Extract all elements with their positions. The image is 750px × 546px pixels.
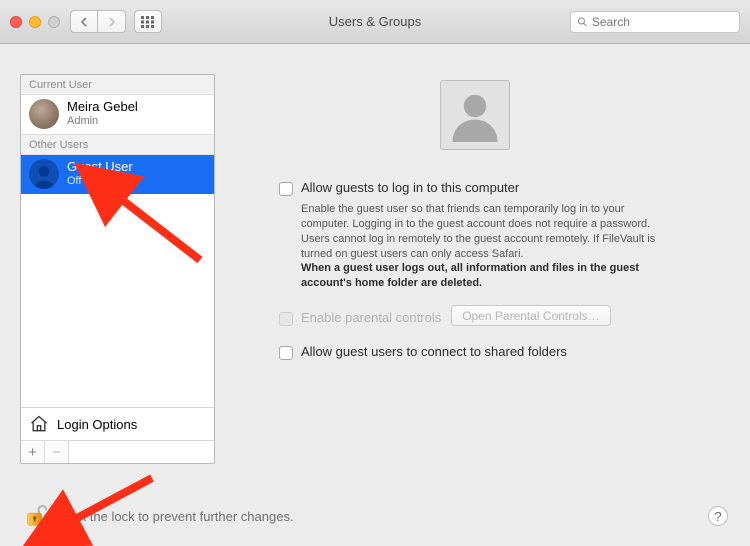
unlocked-lock-icon: [25, 504, 47, 528]
login-options-label: Login Options: [57, 417, 137, 432]
add-user-button[interactable]: +: [21, 441, 45, 463]
lock-help-text: Click the lock to prevent further change…: [58, 509, 294, 524]
guest-user-status: Off: [67, 175, 133, 188]
footer: Click the lock to prevent further change…: [22, 502, 728, 530]
user-avatar: [29, 99, 59, 129]
search-field[interactable]: [570, 11, 740, 33]
guest-avatar-icon: [29, 159, 59, 189]
search-icon: [577, 16, 588, 28]
allow-guest-login-row: Allow guests to log in to this computer: [229, 180, 720, 196]
back-button[interactable]: [70, 10, 98, 33]
search-input[interactable]: [592, 15, 733, 29]
maximize-window-button[interactable]: [48, 16, 60, 28]
guest-description: Enable the guest user so that friends ca…: [229, 196, 689, 291]
user-role: Admin: [67, 115, 138, 128]
sidebar-item-guest-user[interactable]: Guest User Off: [21, 155, 214, 194]
silhouette-icon: [448, 88, 502, 142]
show-all-button[interactable]: [134, 10, 162, 33]
sidebar-item-current-user[interactable]: Meira Gebel Admin: [21, 95, 214, 134]
sidebar-item-login-options[interactable]: Login Options: [21, 407, 214, 440]
forward-button[interactable]: [98, 10, 126, 33]
lock-button[interactable]: [22, 502, 50, 530]
minimize-window-button[interactable]: [29, 16, 41, 28]
guest-user-name: Guest User: [67, 160, 133, 175]
open-parental-controls-button: Open Parental Controls…: [451, 305, 610, 326]
enable-parental-checkbox: [279, 312, 293, 326]
user-name: Meira Gebel: [67, 100, 138, 115]
add-remove-toolbar: + −: [21, 440, 214, 463]
house-icon: [29, 414, 49, 434]
enable-parental-label: Enable parental controls: [301, 310, 441, 325]
user-sidebar: Current User Meira Gebel Admin Other Use…: [20, 74, 215, 464]
allow-guest-login-checkbox[interactable]: [279, 182, 293, 196]
remove-user-button[interactable]: −: [45, 441, 69, 463]
account-picture[interactable]: [440, 80, 510, 150]
allow-shared-checkbox[interactable]: [279, 346, 293, 360]
help-button[interactable]: ?: [708, 506, 728, 526]
parental-controls-row: Enable parental controls: [279, 310, 441, 326]
nav-buttons: [70, 10, 126, 33]
section-header-current: Current User: [21, 75, 214, 95]
allow-shared-label: Allow guest users to connect to shared f…: [301, 344, 567, 359]
close-window-button[interactable]: [10, 16, 22, 28]
main-panel: Allow guests to log in to this computer …: [225, 74, 730, 464]
window-traffic-lights: [10, 16, 60, 28]
allow-guest-login-label: Allow guests to log in to this computer: [301, 180, 519, 195]
section-header-other: Other Users: [21, 134, 214, 155]
allow-shared-folders-row: Allow guest users to connect to shared f…: [229, 344, 720, 360]
window-titlebar: Users & Groups: [0, 0, 750, 44]
